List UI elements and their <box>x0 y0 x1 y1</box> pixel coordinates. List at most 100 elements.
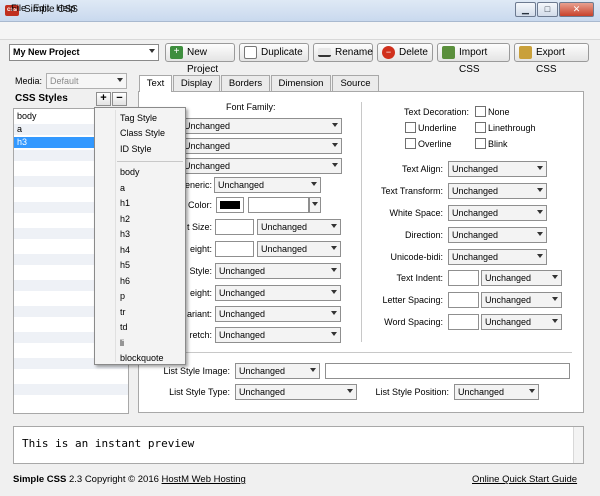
blink-checkbox[interactable] <box>475 138 486 149</box>
maximize-button[interactable]: □ <box>537 2 558 17</box>
blink-label: Blink <box>488 139 508 149</box>
menu-file[interactable]: File <box>11 3 26 14</box>
menu-item-tr[interactable]: tr <box>120 307 126 317</box>
font-stretch-select[interactable]: Unchanged <box>215 327 341 343</box>
menu-item-body[interactable]: body <box>120 167 140 177</box>
font-weight-select-value: Unchanged <box>219 288 266 298</box>
word-spacing-input[interactable] <box>448 314 479 330</box>
hostm-link[interactable]: HostM Web Hosting <box>162 474 246 485</box>
remove-style-button[interactable]: − <box>112 92 127 106</box>
delete-button[interactable]: − Delete <box>377 43 433 62</box>
media-select-value: Default <box>50 76 79 86</box>
font-size-unit-select[interactable]: Unchanged <box>257 219 341 235</box>
line-height-input[interactable] <box>215 241 254 257</box>
menu-item-h5[interactable]: h5 <box>120 260 130 270</box>
list-style-image-select[interactable]: Unchanged <box>235 363 320 379</box>
text-align-select[interactable]: Unchanged <box>448 161 547 177</box>
list-style-type-label: List Style Type: <box>169 387 230 397</box>
project-select[interactable]: My New Project <box>9 44 159 61</box>
tab-text[interactable]: Text <box>139 75 172 92</box>
unicode-bidi-select[interactable]: Unchanged <box>448 249 547 265</box>
list-style-position-select[interactable]: Unchanged <box>454 384 539 400</box>
color-value-input[interactable] <box>248 197 309 213</box>
font-weight-select[interactable]: Unchanged <box>215 285 341 301</box>
list-style-type-select[interactable]: Unchanged <box>235 384 357 400</box>
export-css-button[interactable]: Export CSS <box>514 43 589 75</box>
menu-item-h3[interactable]: h3 <box>120 229 130 239</box>
close-button[interactable]: ✕ <box>559 2 594 17</box>
font-family-select-2[interactable]: Unchanged <box>180 138 342 154</box>
white-space-select[interactable]: Unchanged <box>448 205 547 221</box>
chevron-down-icon <box>331 246 337 250</box>
title-bar <box>0 0 600 22</box>
menu-separator <box>117 161 183 162</box>
chevron-down-icon <box>331 290 337 294</box>
word-spacing-unit-select[interactable]: Unchanged <box>481 314 562 330</box>
chevron-down-icon <box>552 297 558 301</box>
font-family-select-2-value: Unchanged <box>184 141 231 151</box>
list-item-empty <box>14 384 128 395</box>
rename-button[interactable]: Rename <box>313 43 373 62</box>
chevron-down-icon <box>552 319 558 323</box>
font-family-select-1[interactable]: Unchanged <box>180 118 342 134</box>
overline-checkbox[interactable] <box>405 138 416 149</box>
none-checkbox[interactable] <box>475 106 486 117</box>
menu-item-id-style[interactable]: ID Style <box>120 144 152 154</box>
tab-dimension[interactable]: Dimension <box>271 75 331 91</box>
menu-item-h1[interactable]: h1 <box>120 198 130 208</box>
minimize-button[interactable]: ▁ <box>515 2 536 17</box>
list-style-divider <box>150 352 572 353</box>
color-swatch-button[interactable] <box>216 197 244 213</box>
chevron-down-icon <box>332 143 338 147</box>
chevron-down-icon <box>529 389 535 393</box>
quick-start-guide-link[interactable]: Online Quick Start Guide <box>472 474 577 485</box>
add-style-button[interactable]: + <box>96 92 111 106</box>
menu-help[interactable]: Help <box>56 3 76 14</box>
new-project-button[interactable]: + New Project <box>165 43 235 75</box>
menu-item-h2[interactable]: h2 <box>120 214 130 224</box>
menu-item-h4[interactable]: h4 <box>120 245 130 255</box>
font-style-select[interactable]: Unchanged <box>215 263 341 279</box>
direction-select[interactable]: Unchanged <box>448 227 547 243</box>
menu-item-h6[interactable]: h6 <box>120 276 130 286</box>
linethrough-label: Linethrough <box>488 123 536 133</box>
linethrough-checkbox[interactable] <box>475 122 486 133</box>
word-spacing-unit-value: Unchanged <box>485 317 532 327</box>
list-style-position-select-value: Unchanged <box>458 387 505 397</box>
duplicate-button[interactable]: Duplicate <box>239 43 309 62</box>
color-dropdown-button[interactable] <box>309 197 321 213</box>
tab-borders[interactable]: Borders <box>221 75 270 91</box>
font-variant-select[interactable]: Unchanged <box>215 306 341 322</box>
media-select[interactable]: Default <box>46 73 127 89</box>
duplicate-label: Duplicate <box>261 47 303 58</box>
import-css-label: Import CSS <box>459 47 488 75</box>
letter-spacing-input[interactable] <box>448 292 479 308</box>
menu-item-tag-style[interactable]: Tag Style <box>120 113 157 123</box>
text-indent-unit-select[interactable]: Unchanged <box>481 270 562 286</box>
font-family-select-3[interactable]: Unchanged <box>180 158 342 174</box>
font-size-input[interactable] <box>215 219 254 235</box>
menu-item-blockquote[interactable]: blockquote <box>120 353 164 363</box>
letter-spacing-unit-select[interactable]: Unchanged <box>481 292 562 308</box>
text-transform-select[interactable]: Unchanged <box>448 183 547 199</box>
chevron-down-icon <box>537 254 543 258</box>
tab-display[interactable]: Display <box>173 75 220 91</box>
menu-item-a[interactable]: a <box>120 183 125 193</box>
menu-item-td[interactable]: td <box>120 322 128 332</box>
export-css-label: Export CSS <box>536 47 565 75</box>
text-indent-input[interactable] <box>448 270 479 286</box>
unicode-bidi-select-value: Unchanged <box>452 252 499 262</box>
preview-scrollbar[interactable] <box>573 427 583 463</box>
menu-edit[interactable]: Edit <box>33 3 49 14</box>
generic-select[interactable]: Unchanged <box>214 177 321 193</box>
list-style-image-label: List Style Image: <box>163 366 230 376</box>
list-style-image-select-value: Unchanged <box>239 366 286 376</box>
import-css-button[interactable]: Import CSS <box>437 43 510 75</box>
list-style-image-input[interactable] <box>325 363 570 379</box>
tab-source[interactable]: Source <box>332 75 379 91</box>
menu-item-li[interactable]: li <box>120 338 124 348</box>
line-height-unit-select[interactable]: Unchanged <box>257 241 341 257</box>
underline-checkbox[interactable] <box>405 122 416 133</box>
menu-item-p[interactable]: p <box>120 291 125 301</box>
menu-item-class-style[interactable]: Class Style <box>120 128 165 138</box>
